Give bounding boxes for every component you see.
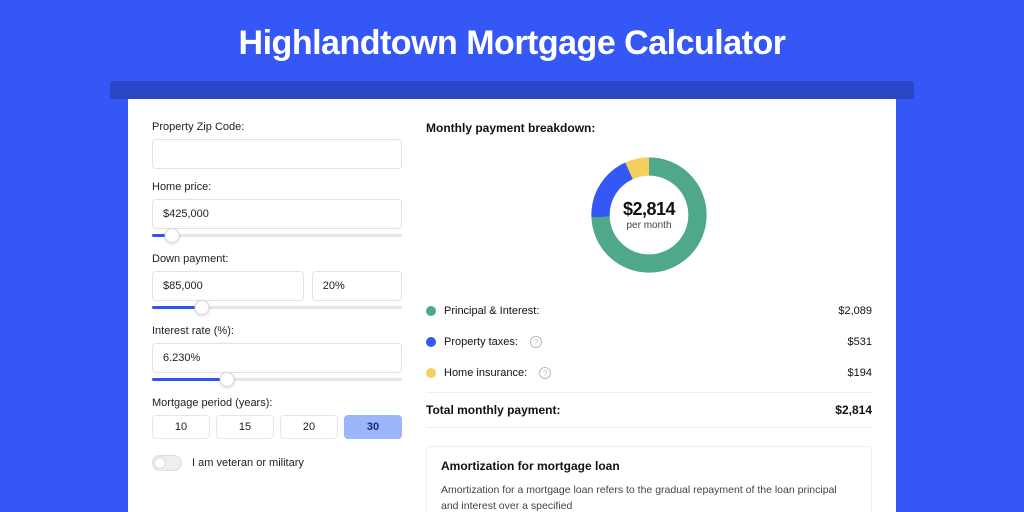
zip-field: Property Zip Code: [152, 121, 402, 169]
legend: Principal & Interest: $2,089 Property taxe… [426, 295, 872, 388]
veteran-label: I am veteran or military [192, 457, 304, 469]
total-row: Total monthly payment: $2,814 [426, 392, 872, 428]
info-icon[interactable]: ? [539, 367, 551, 379]
rate-label: Interest rate (%): [152, 325, 402, 337]
amort-text: Amortization for a mortgage loan refers … [441, 483, 857, 512]
legend-label: Home insurance: [444, 367, 527, 379]
legend-row: Principal & Interest: $2,089 [426, 295, 872, 326]
veteran-row: I am veteran or military [152, 455, 402, 471]
info-icon[interactable]: ? [530, 336, 542, 348]
down-label: Down payment: [152, 253, 402, 265]
results-panel: Monthly payment breakdown: $2,814 per mo… [426, 121, 872, 512]
period-option-20[interactable]: 20 [280, 415, 338, 439]
legend-dot [426, 306, 436, 316]
zip-input[interactable] [152, 139, 402, 169]
down-amount-input[interactable] [152, 271, 304, 301]
price-field: Home price: [152, 181, 402, 241]
breakdown-title: Monthly payment breakdown: [426, 121, 872, 135]
rate-field: Interest rate (%): [152, 325, 402, 385]
period-label: Mortgage period (years): [152, 397, 402, 409]
legend-label: Principal & Interest: [444, 305, 539, 317]
period-option-30[interactable]: 30 [344, 415, 402, 439]
donut-chart: $2,814 per month [426, 145, 872, 295]
price-slider[interactable] [152, 231, 402, 241]
veteran-toggle[interactable] [152, 455, 182, 471]
amort-title: Amortization for mortgage loan [441, 459, 857, 473]
total-label: Total monthly payment: [426, 403, 560, 417]
donut-amount: $2,814 [623, 199, 675, 220]
rate-slider[interactable] [152, 375, 402, 385]
total-value: $2,814 [835, 403, 872, 417]
down-percent-input[interactable] [312, 271, 402, 301]
rate-input[interactable] [152, 343, 402, 373]
amortization-card: Amortization for mortgage loan Amortizat… [426, 446, 872, 512]
legend-dot [426, 337, 436, 347]
period-options: 10152030 [152, 415, 402, 439]
card-shadow [110, 81, 914, 99]
period-option-10[interactable]: 10 [152, 415, 210, 439]
calculator-card: Property Zip Code: Home price: Down paym… [128, 99, 896, 512]
donut-sub: per month [626, 220, 671, 231]
legend-value: $2,089 [838, 305, 872, 317]
period-option-15[interactable]: 15 [216, 415, 274, 439]
price-input[interactable] [152, 199, 402, 229]
legend-value: $531 [848, 336, 872, 348]
down-slider[interactable] [152, 303, 402, 313]
legend-row: Property taxes:? $531 [426, 326, 872, 357]
legend-label: Property taxes: [444, 336, 518, 348]
legend-value: $194 [848, 367, 872, 379]
zip-label: Property Zip Code: [152, 121, 402, 133]
legend-row: Home insurance:? $194 [426, 357, 872, 388]
legend-dot [426, 368, 436, 378]
price-label: Home price: [152, 181, 402, 193]
inputs-panel: Property Zip Code: Home price: Down paym… [152, 121, 402, 512]
page-title: Highlandtown Mortgage Calculator [0, 0, 1024, 81]
period-field: Mortgage period (years): 10152030 [152, 397, 402, 439]
down-field: Down payment: [152, 253, 402, 313]
